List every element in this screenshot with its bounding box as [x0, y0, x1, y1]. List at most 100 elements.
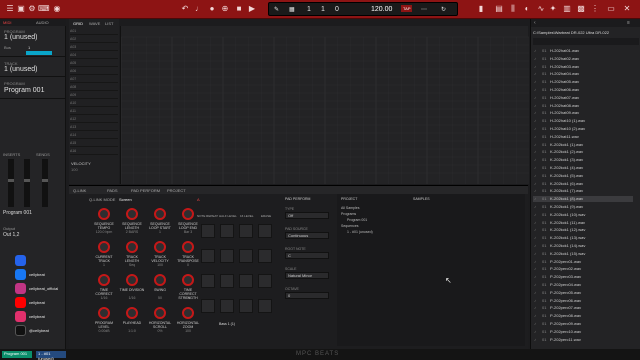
metronome-icon[interactable]: ♩ [194, 4, 204, 14]
stop-icon[interactable]: ■ [234, 4, 244, 14]
file-row[interactable]: ♪ 01 P-202perc06.wav [533, 298, 633, 304]
xyfx-icon[interactable]: ✦ [548, 4, 558, 14]
type-select[interactable]: Off [285, 212, 329, 219]
menu-icon[interactable]: ☰ [5, 4, 15, 14]
note-repeat-button[interactable]: NOTE REPEAT [197, 214, 218, 218]
sample-edit-icon[interactable]: ∿ [536, 4, 546, 14]
sequence-tab[interactable]: 1 - #01 (unused) [36, 351, 66, 360]
half-level-button[interactable]: HALF LEVEL [219, 214, 237, 218]
pad-mixer-icon[interactable]: ▩ [576, 4, 586, 14]
tree-programs[interactable]: Programs [341, 212, 356, 216]
pad-row[interactable]: A06 [70, 69, 118, 75]
tab-pad-perform[interactable]: PAD PERFORM [131, 188, 160, 193]
file-row[interactable]: ♪ 01 H-202hat02.wav [533, 56, 633, 62]
note-grid[interactable] [120, 26, 529, 184]
tab-qlink[interactable]: Q-LINK [73, 188, 86, 193]
undo-icon[interactable]: ↶ [180, 4, 190, 14]
browser-menu-icon[interactable]: ≡ [627, 20, 630, 26]
drum-pad[interactable] [258, 224, 272, 238]
qlink-knob[interactable] [154, 274, 166, 286]
file-row[interactable]: ♪ 01 H-202hat05.wav [533, 79, 633, 85]
file-row[interactable]: ♪ 01 H-202hat07.wav [533, 95, 633, 101]
bpm-display[interactable]: 120.00 [371, 6, 392, 13]
qlink-knob[interactable] [126, 307, 138, 319]
file-row[interactable]: ♪ 01 K-202kck1 (6).wav [533, 181, 633, 187]
qlink-knob[interactable] [154, 208, 166, 220]
transport-pencil-icon[interactable]: ✎ [274, 6, 279, 13]
window-icon[interactable]: ▭ [606, 4, 616, 14]
drum-pad[interactable] [258, 249, 272, 263]
file-row[interactable]: ♪ 01 P-202perc03.wav [533, 274, 633, 280]
file-row[interactable]: ♪ 01 P-202perc10.wav [533, 329, 633, 335]
step-seq-icon[interactable]: ⋮ [590, 4, 600, 14]
loop-icon[interactable]: ↻ [441, 6, 446, 13]
pad-row[interactable]: A10 [70, 101, 118, 107]
velocity-value[interactable]: 100 [71, 167, 78, 172]
tab-list[interactable]: LIST [105, 21, 113, 26]
file-row[interactable]: ♪ 01 H-202hat06.wav [533, 87, 633, 93]
qlink-knob[interactable] [154, 307, 166, 319]
drum-pad[interactable] [220, 224, 234, 238]
qlink-knob[interactable] [126, 241, 138, 253]
file-row[interactable]: ♪ 01 H-202hat11.wav [533, 134, 633, 140]
arranger-icon[interactable]: ▥ [562, 4, 572, 14]
bus-indicator[interactable] [26, 51, 52, 55]
file-row[interactable]: ♪ 01 P-202perc04.wav [533, 282, 633, 288]
drum-pad[interactable] [239, 274, 253, 288]
drum-pad[interactable] [201, 249, 215, 263]
file-row[interactable]: ♪ 01 K-202kck1 (2).wav [533, 149, 633, 155]
tab-wave[interactable]: WAVE [89, 21, 100, 26]
window-close-icon[interactable]: ✕ [622, 4, 632, 14]
file-row[interactable]: ♪ 01 P-202perc08.wav [533, 313, 633, 319]
qlink-knob[interactable] [182, 274, 194, 286]
drum-pad[interactable] [201, 224, 215, 238]
drum-pad[interactable] [201, 274, 215, 288]
overdub-icon[interactable]: ⊕ [220, 4, 230, 14]
file-row[interactable]: ♪ 01 P-202perc07.wav [533, 305, 633, 311]
beats-counter[interactable]: 1 [321, 6, 325, 13]
file-row[interactable]: ♪ 01 K-202kck1 (1).wav [533, 142, 633, 148]
tab-audio[interactable]: AUDIO [36, 20, 49, 25]
mixer-icon[interactable]: ⫼ [508, 4, 518, 14]
settings-icon[interactable]: ⚙ [27, 4, 37, 14]
file-row[interactable]: ♪ 01 H-202hat04.wav [533, 71, 633, 77]
qlink-knob[interactable] [98, 307, 110, 319]
ticks-counter[interactable]: 0 [335, 6, 339, 13]
drum-pad[interactable] [239, 299, 253, 313]
tap-tempo-button[interactable]: TAP [401, 5, 413, 12]
drum-pad[interactable] [258, 274, 272, 288]
drum-pad[interactable] [220, 249, 234, 263]
tab-project[interactable]: PROJECT [167, 188, 186, 193]
qlink-knob[interactable] [126, 274, 138, 286]
drum-pad[interactable] [258, 299, 272, 313]
play-icon[interactable]: ▶ [247, 4, 257, 14]
file-row[interactable]: ♪ 01 P-202perc11.wav [533, 337, 633, 343]
file-row[interactable]: ♪ 01 K-202kck1 (15).wav [533, 251, 633, 257]
bank-a-button[interactable]: A [197, 197, 200, 202]
tab-grid[interactable]: GRID [73, 21, 83, 26]
qlink-knob[interactable] [154, 241, 166, 253]
file-row[interactable]: ♪ 01 H-202hat09.wav [533, 110, 633, 116]
file-row[interactable]: ♪ 01 K-202kck1 (3).wav [533, 157, 633, 163]
pad-row[interactable]: A11 [70, 109, 118, 115]
track-value[interactable]: 1 (unused) [4, 66, 37, 73]
qlink-knob[interactable] [126, 208, 138, 220]
pad-row[interactable]: A03 [70, 45, 118, 51]
file-row[interactable]: ♪ 01 H-202hat10 (1).wav [533, 118, 633, 124]
file-row[interactable]: ♪ 01 H-202hat10 (2).wav [533, 126, 633, 132]
file-row[interactable]: ♪ 01 P-202perc01.wav [533, 259, 633, 265]
16-level-button[interactable]: 16 LEVEL [240, 214, 254, 218]
qlink-knob[interactable] [182, 307, 194, 319]
channel-icon[interactable]: ◐ [522, 4, 532, 14]
midi-learn-icon[interactable]: ◉ [52, 4, 62, 14]
drum-pad[interactable] [201, 299, 215, 313]
pad-row[interactable]: A07 [70, 77, 118, 83]
fader-1[interactable] [8, 159, 14, 207]
drum-pad[interactable] [220, 299, 234, 313]
bars-counter[interactable]: 1 [307, 6, 311, 13]
qlink-knob[interactable] [182, 241, 194, 253]
scale-select[interactable]: Natural Minor [285, 272, 329, 279]
tab-midi[interactable]: MIDI [3, 20, 11, 25]
tab-pads[interactable]: PADS [107, 188, 118, 193]
tree-sequences[interactable]: Sequences [341, 224, 359, 228]
